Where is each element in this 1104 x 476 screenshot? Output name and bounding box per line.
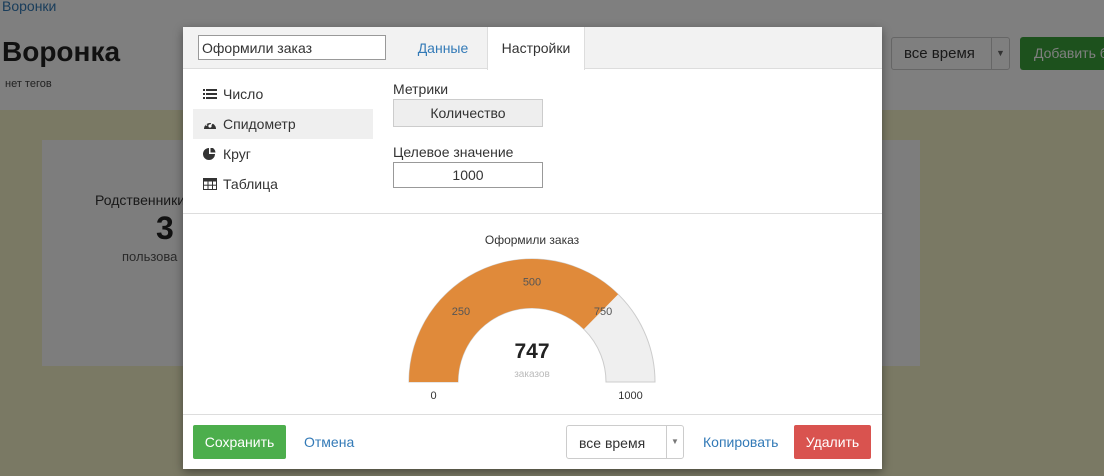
metrics-label: Метрики bbox=[393, 81, 449, 97]
tab-data[interactable]: Данные bbox=[405, 27, 481, 69]
speedometer-icon bbox=[204, 121, 216, 129]
gauge-fill bbox=[409, 259, 619, 382]
date-range-value: все время bbox=[579, 435, 646, 451]
target-value-label: Целевое значение bbox=[393, 144, 514, 160]
gauge-tick-label: 250 bbox=[452, 306, 470, 318]
metric-select-button[interactable]: Количество bbox=[393, 99, 543, 127]
type-item-label: Круг bbox=[223, 146, 251, 162]
widget-name-input[interactable] bbox=[198, 35, 386, 60]
gauge-tick-label: 500 bbox=[523, 277, 541, 289]
gauge-value-label: заказов bbox=[514, 369, 550, 380]
caret-down-icon: ▼ bbox=[666, 426, 683, 458]
tab-settings[interactable]: Настройки bbox=[487, 27, 585, 70]
type-item-label: Таблица bbox=[223, 176, 278, 192]
delete-button[interactable]: Удалить bbox=[794, 425, 871, 459]
modal-header: Данные Настройки bbox=[183, 27, 882, 70]
type-item-table[interactable]: Таблица bbox=[193, 169, 373, 199]
gauge-max-label: 1000 bbox=[618, 390, 642, 402]
gauge-min-label: 0 bbox=[430, 390, 436, 402]
type-item-speedometer[interactable]: Спидометр bbox=[193, 109, 373, 139]
gauge-value: 747 bbox=[514, 340, 549, 363]
speedometer-chart: Оформили заказ 250 500 750 747 заказов 0 1000 bbox=[408, 233, 656, 402]
widget-settings-modal: Данные Настройки Число Спидометр Круг Та… bbox=[183, 27, 882, 469]
list-icon bbox=[203, 89, 217, 99]
table-icon bbox=[203, 178, 217, 190]
type-item-number[interactable]: Число bbox=[193, 79, 373, 109]
divider bbox=[183, 213, 882, 214]
pie-chart-icon bbox=[203, 148, 216, 160]
type-item-label: Число bbox=[223, 86, 264, 102]
cancel-button[interactable]: Отмена bbox=[304, 434, 354, 450]
gauge-title: Оформили заказ bbox=[485, 233, 580, 247]
save-button[interactable]: Сохранить bbox=[193, 425, 286, 459]
type-item-label: Спидометр bbox=[223, 116, 296, 132]
date-range-select[interactable]: все время ▼ bbox=[566, 425, 684, 459]
divider bbox=[183, 414, 882, 415]
widget-type-list: Число Спидометр Круг Таблица bbox=[193, 79, 373, 199]
gauge-tick-label: 750 bbox=[594, 306, 612, 318]
type-item-pie[interactable]: Круг bbox=[193, 139, 373, 169]
copy-button[interactable]: Копировать bbox=[703, 434, 778, 450]
target-value-input[interactable] bbox=[393, 162, 543, 188]
